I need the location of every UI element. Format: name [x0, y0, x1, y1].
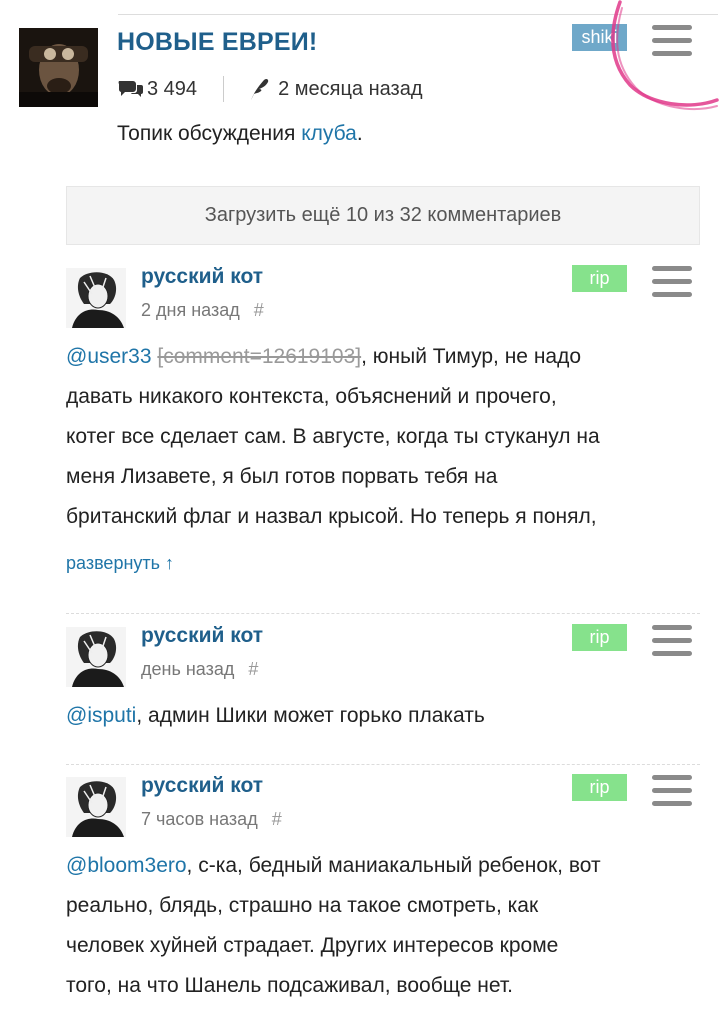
comment-time-value[interactable]: день назад: [141, 659, 234, 679]
comment-divider: [66, 613, 700, 614]
comment-permalink[interactable]: #: [254, 300, 264, 320]
avatar-image: [66, 268, 126, 328]
comment-divider: [66, 764, 700, 765]
topic-avatar[interactable]: [19, 28, 98, 107]
comment-author[interactable]: русский кот: [141, 624, 263, 648]
hamburger-menu-icon: [652, 266, 692, 271]
topic-time: 2 месяца назад: [248, 76, 423, 102]
hamburger-menu-icon: [652, 625, 692, 630]
comment-menu-button[interactable]: [652, 625, 692, 657]
comments-count[interactable]: 3 494: [117, 76, 197, 102]
comment-avatar[interactable]: [66, 777, 126, 837]
topic-description-text: Топик обсуждения: [117, 122, 302, 145]
comments-icon: [117, 76, 147, 102]
rip-badge: rip: [572, 774, 627, 801]
comment-time: 2 дня назад #: [141, 300, 264, 321]
comment-line: человек хуйней страдает. Других интересо…: [66, 934, 559, 957]
comment-time: день назад #: [141, 659, 258, 680]
comment-line: того, на что Шанель подсаживал, вообще н…: [66, 974, 513, 997]
comments-count-value: 3 494: [147, 77, 198, 100]
topic-menu-button[interactable]: [652, 25, 692, 57]
avatar-image: [66, 777, 126, 837]
hamburger-menu-icon: [652, 775, 692, 780]
topic-description-suffix: .: [356, 122, 363, 145]
comment-line: реально, блядь, страшно на такое смотрет…: [66, 894, 539, 917]
rip-badge: rip: [572, 265, 627, 292]
page: НОВЫЕ ЕВРЕИ! shiki 3 494 2 месяца назад …: [0, 0, 719, 1023]
user-mention[interactable]: @bloom3ero: [66, 854, 187, 877]
topic-title[interactable]: НОВЫЕ ЕВРЕИ!: [117, 28, 317, 57]
comment-body: @bloom3ero, с-ка, бедный маниакальный ре…: [66, 846, 706, 1006]
comment-line: @bloom3ero, с-ка, бедный маниакальный ре…: [66, 854, 601, 877]
top-divider: [118, 14, 718, 15]
comment-line: @user33 [comment=12619103], юный Тимур, …: [66, 345, 582, 368]
expand-link[interactable]: развернуть ↑: [66, 553, 174, 574]
rip-badge: rip: [572, 624, 627, 651]
comment-avatar[interactable]: [66, 268, 126, 328]
comment-line: @isputi, админ Шики может горько плакать: [66, 704, 485, 727]
load-more-comments-button[interactable]: Загрузить ещё 10 из 32 комментариев: [66, 186, 700, 245]
comment-time-value[interactable]: 7 часов назад: [141, 809, 258, 829]
comment-line: котег все сделает сам. В августе, когда …: [66, 425, 600, 448]
comment-time: 7 часов назад #: [141, 809, 282, 830]
comment-menu-button[interactable]: [652, 266, 692, 298]
comment-time-value[interactable]: 2 дня назад: [141, 300, 240, 320]
user-mention[interactable]: @user33: [66, 345, 152, 368]
comment-author[interactable]: русский кот: [141, 265, 263, 289]
comment-line: британский флаг и назвал крысой. Но тепе…: [66, 505, 597, 528]
comment-line: меня Лизавете, я был готов порвать тебя …: [66, 465, 498, 488]
comment-line: давать никакого контекста, объяснений и …: [66, 385, 557, 408]
hamburger-menu-icon: [652, 25, 692, 30]
quill-icon: [248, 76, 278, 102]
user-mention[interactable]: @isputi: [66, 704, 136, 727]
comment-permalink[interactable]: #: [272, 809, 282, 829]
topic-description: Топик обсуждения клуба.: [117, 122, 363, 146]
comment-body: @user33 [comment=12619103], юный Тимур, …: [66, 337, 706, 537]
topic-meta: 3 494 2 месяца назад: [117, 74, 423, 104]
avatar-image: [66, 627, 126, 687]
comment-author[interactable]: русский кот: [141, 774, 263, 798]
comment-permalink[interactable]: #: [248, 659, 258, 679]
comment-avatar[interactable]: [66, 627, 126, 687]
meta-separator: [223, 76, 225, 102]
topic-time-value: 2 месяца назад: [278, 77, 423, 100]
comment-body: @isputi, админ Шики может горько плакать: [66, 696, 706, 736]
red-circle-annotation: [611, 0, 719, 110]
quote-reference[interactable]: [comment=12619103]: [157, 345, 361, 368]
topic-avatar-image: [19, 28, 98, 107]
club-link[interactable]: клуба: [301, 122, 357, 145]
comment-menu-button[interactable]: [652, 775, 692, 807]
shiki-badge: shiki: [572, 24, 627, 51]
